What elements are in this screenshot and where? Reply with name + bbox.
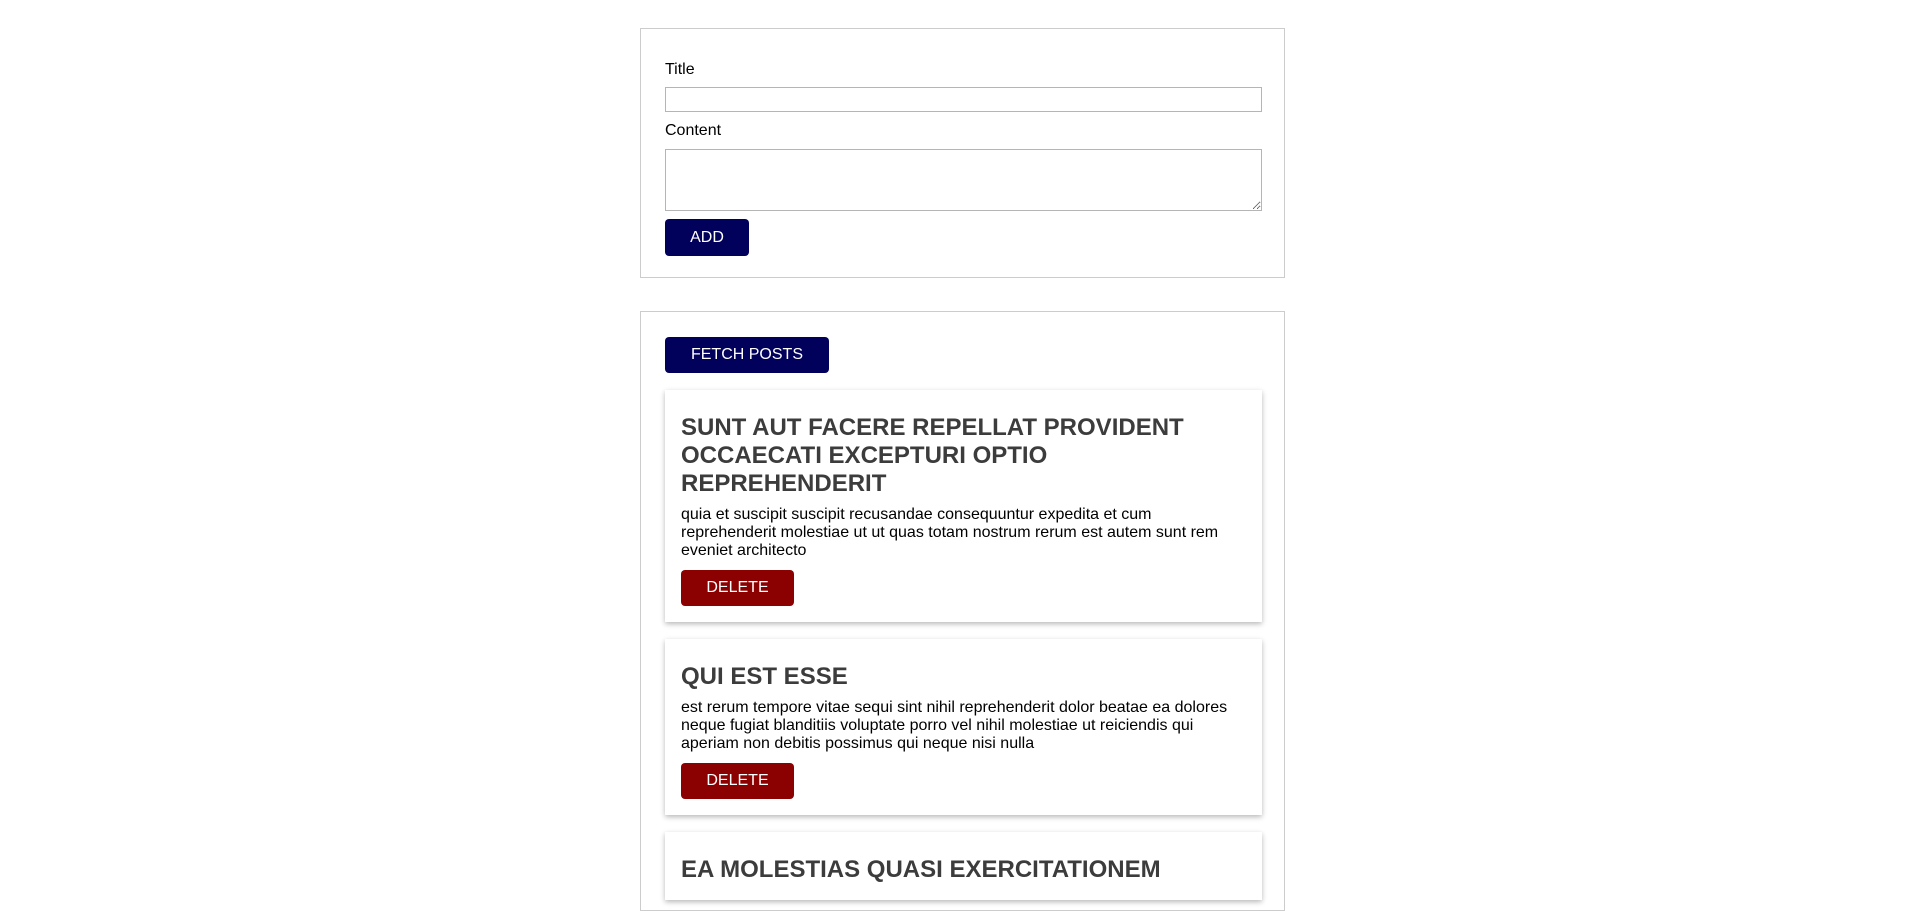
content-label: Content bbox=[665, 122, 722, 139]
post-card: QUI EST ESSE est rerum tempore vitae seq… bbox=[665, 639, 1262, 815]
add-button[interactable]: ADD bbox=[665, 219, 749, 256]
posts-panel: FETCH POSTS SUNT AUT FACERE REPELLAT PRO… bbox=[640, 311, 1285, 911]
content-textarea[interactable] bbox=[665, 149, 1262, 211]
post-body: est rerum tempore vitae sequi sint nihil… bbox=[681, 699, 1228, 752]
post-title: EA MOLESTIAS QUASI EXERCITATIONEM bbox=[681, 856, 1161, 883]
title-label: Title bbox=[665, 61, 695, 78]
post-card: SUNT AUT FACERE REPELLAT PROVIDENT OCCAE… bbox=[665, 390, 1262, 622]
add-post-form: Title Content ADD bbox=[640, 28, 1285, 278]
post-title: QUI EST ESSE bbox=[681, 663, 848, 690]
post-title: SUNT AUT FACERE REPELLAT PROVIDENT OCCAE… bbox=[681, 414, 1184, 497]
post-card: EA MOLESTIAS QUASI EXERCITATIONEM bbox=[665, 832, 1262, 900]
delete-button[interactable]: DELETE bbox=[681, 763, 794, 799]
fetch-posts-button[interactable]: FETCH POSTS bbox=[665, 337, 829, 373]
title-input[interactable] bbox=[665, 87, 1262, 112]
post-body: quia et suscipit suscipit recusandae con… bbox=[681, 506, 1219, 559]
delete-button[interactable]: DELETE bbox=[681, 570, 794, 606]
